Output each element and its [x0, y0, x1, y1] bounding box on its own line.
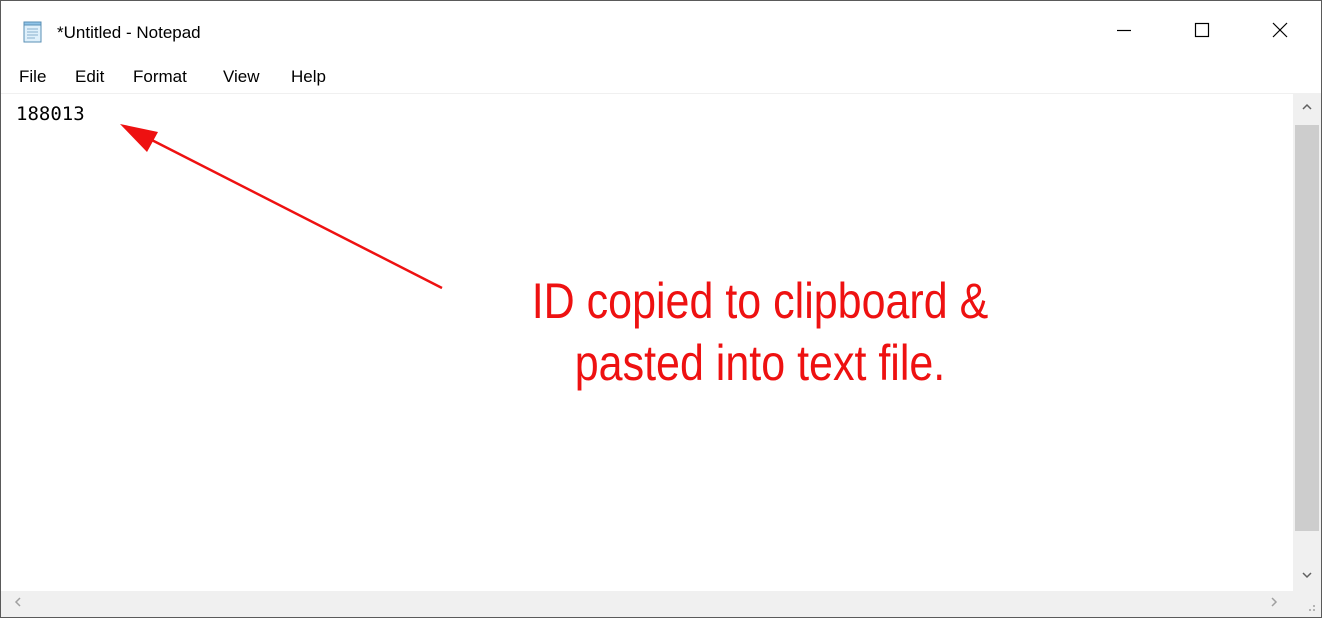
- editor-content[interactable]: 188013: [16, 103, 85, 125]
- annotation-callout: ID copied to clipboard & pasted into tex…: [468, 270, 1053, 394]
- chevron-down-icon: [1301, 567, 1313, 585]
- notepad-icon: [23, 21, 43, 43]
- maximize-button[interactable]: [1163, 1, 1241, 63]
- close-button[interactable]: [1241, 1, 1319, 63]
- menu-file[interactable]: File: [19, 66, 46, 88]
- menu-help[interactable]: Help: [291, 66, 326, 88]
- resize-grip[interactable]: [1293, 591, 1321, 617]
- maximize-icon: [1193, 21, 1211, 44]
- annotation-line-2: pasted into text file.: [574, 335, 946, 391]
- menu-edit[interactable]: Edit: [75, 66, 104, 88]
- menu-bar: File Edit Format View Help: [1, 63, 1321, 91]
- close-icon: [1271, 21, 1289, 44]
- annotation-line-1: ID copied to clipboard &: [531, 273, 989, 329]
- window-title: *Untitled - Notepad: [57, 23, 201, 42]
- chevron-left-icon: [13, 595, 23, 613]
- menu-format[interactable]: Format: [133, 66, 187, 88]
- minimize-button[interactable]: [1085, 1, 1163, 63]
- chevron-right-icon: [1269, 595, 1279, 613]
- vertical-scrollbar[interactable]: [1293, 93, 1321, 591]
- menu-view[interactable]: View: [223, 66, 260, 88]
- scroll-down-button[interactable]: [1293, 561, 1321, 591]
- horizontal-scrollbar[interactable]: [1, 591, 1293, 617]
- scroll-up-button[interactable]: [1293, 93, 1321, 123]
- vertical-scroll-thumb[interactable]: [1295, 125, 1319, 531]
- chevron-up-icon: [1301, 99, 1313, 117]
- scroll-right-button[interactable]: [1261, 591, 1287, 617]
- title-bar[interactable]: *Untitled - Notepad: [1, 1, 1321, 63]
- minimize-icon: [1115, 21, 1133, 44]
- scroll-left-button[interactable]: [5, 591, 31, 617]
